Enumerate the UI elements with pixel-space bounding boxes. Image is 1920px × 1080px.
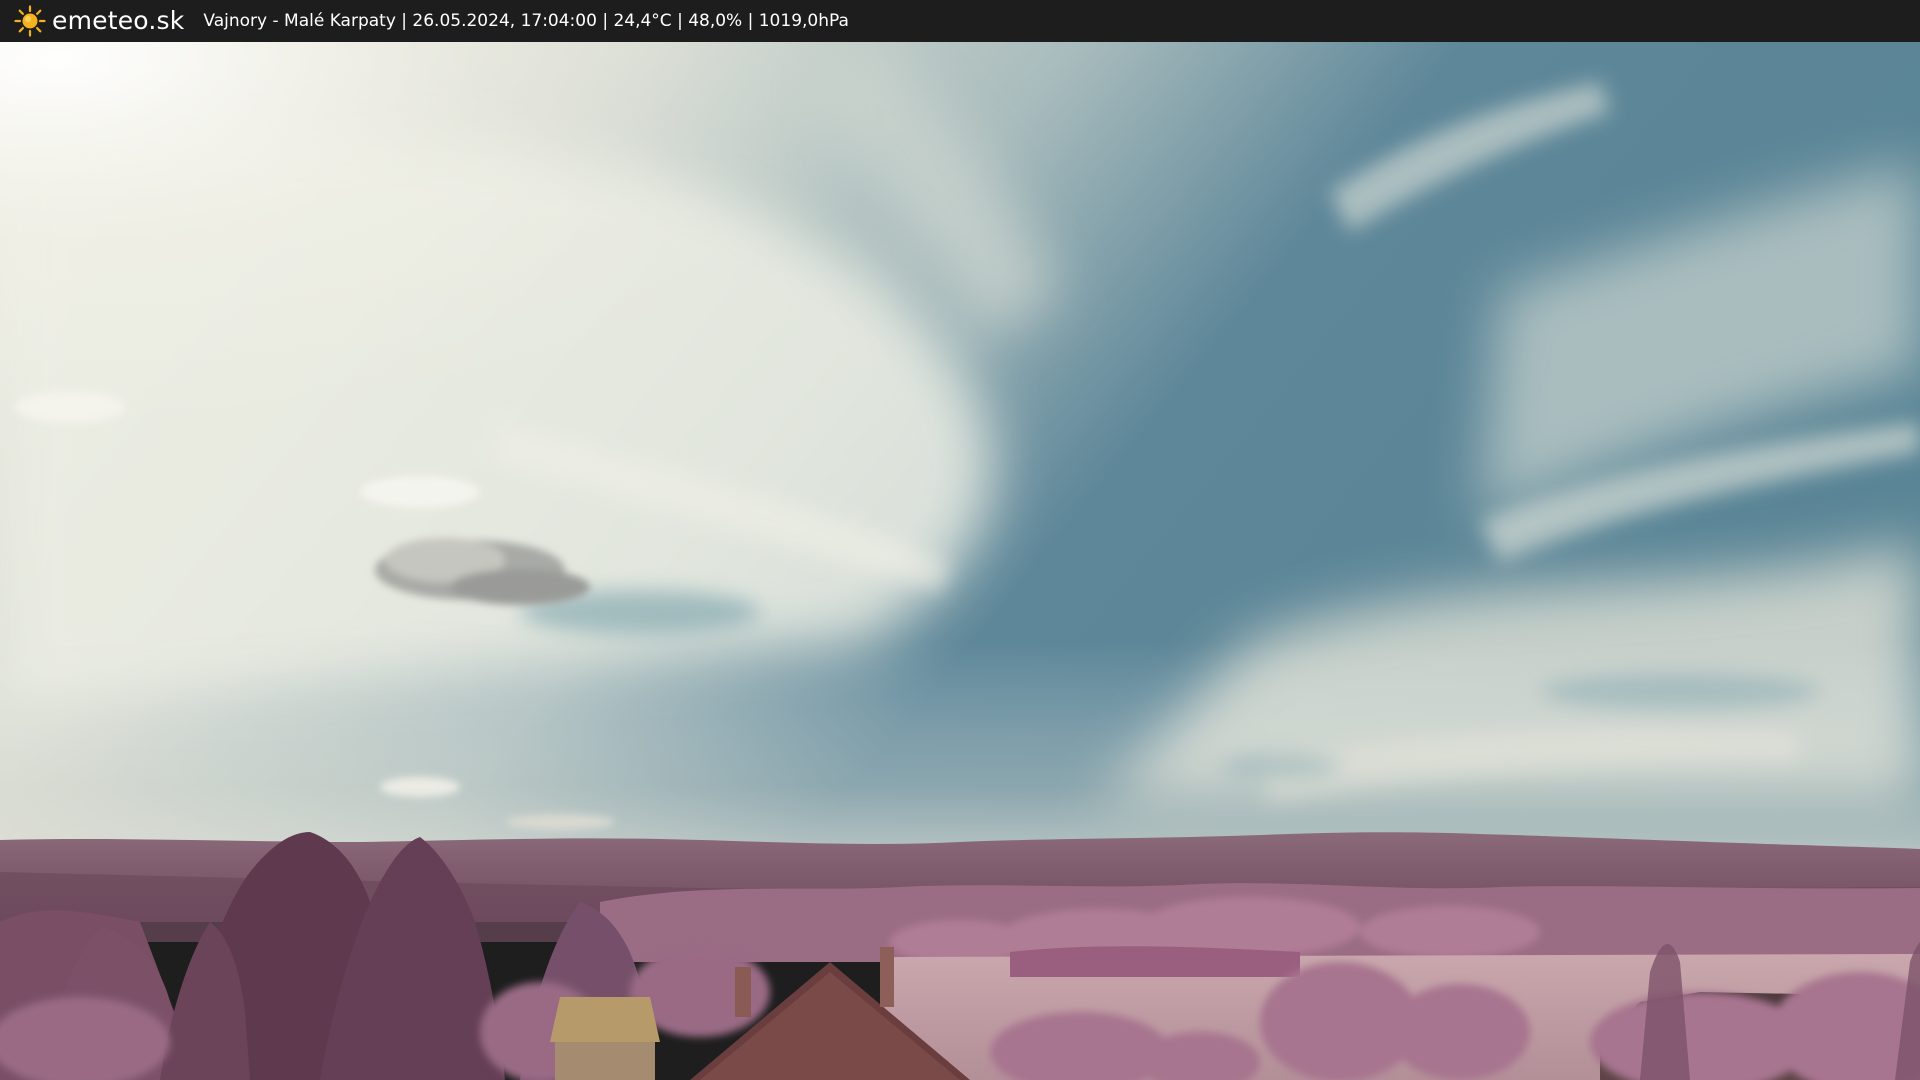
webcam-frame: emeteo.sk Vajnory - Malé Karpaty | 26.05…	[0, 0, 1920, 1080]
emeteo-logo[interactable]: emeteo.sk	[14, 0, 184, 42]
sun-icon	[14, 5, 46, 37]
webcam-header-bar: emeteo.sk Vajnory - Malé Karpaty | 26.05…	[0, 0, 1920, 42]
station-caption: Vajnory - Malé Karpaty | 26.05.2024, 17:…	[203, 11, 849, 31]
brand-name: emeteo.sk	[52, 6, 185, 35]
webcam-image	[0, 42, 1920, 1080]
webcam-scene	[0, 42, 1920, 1080]
